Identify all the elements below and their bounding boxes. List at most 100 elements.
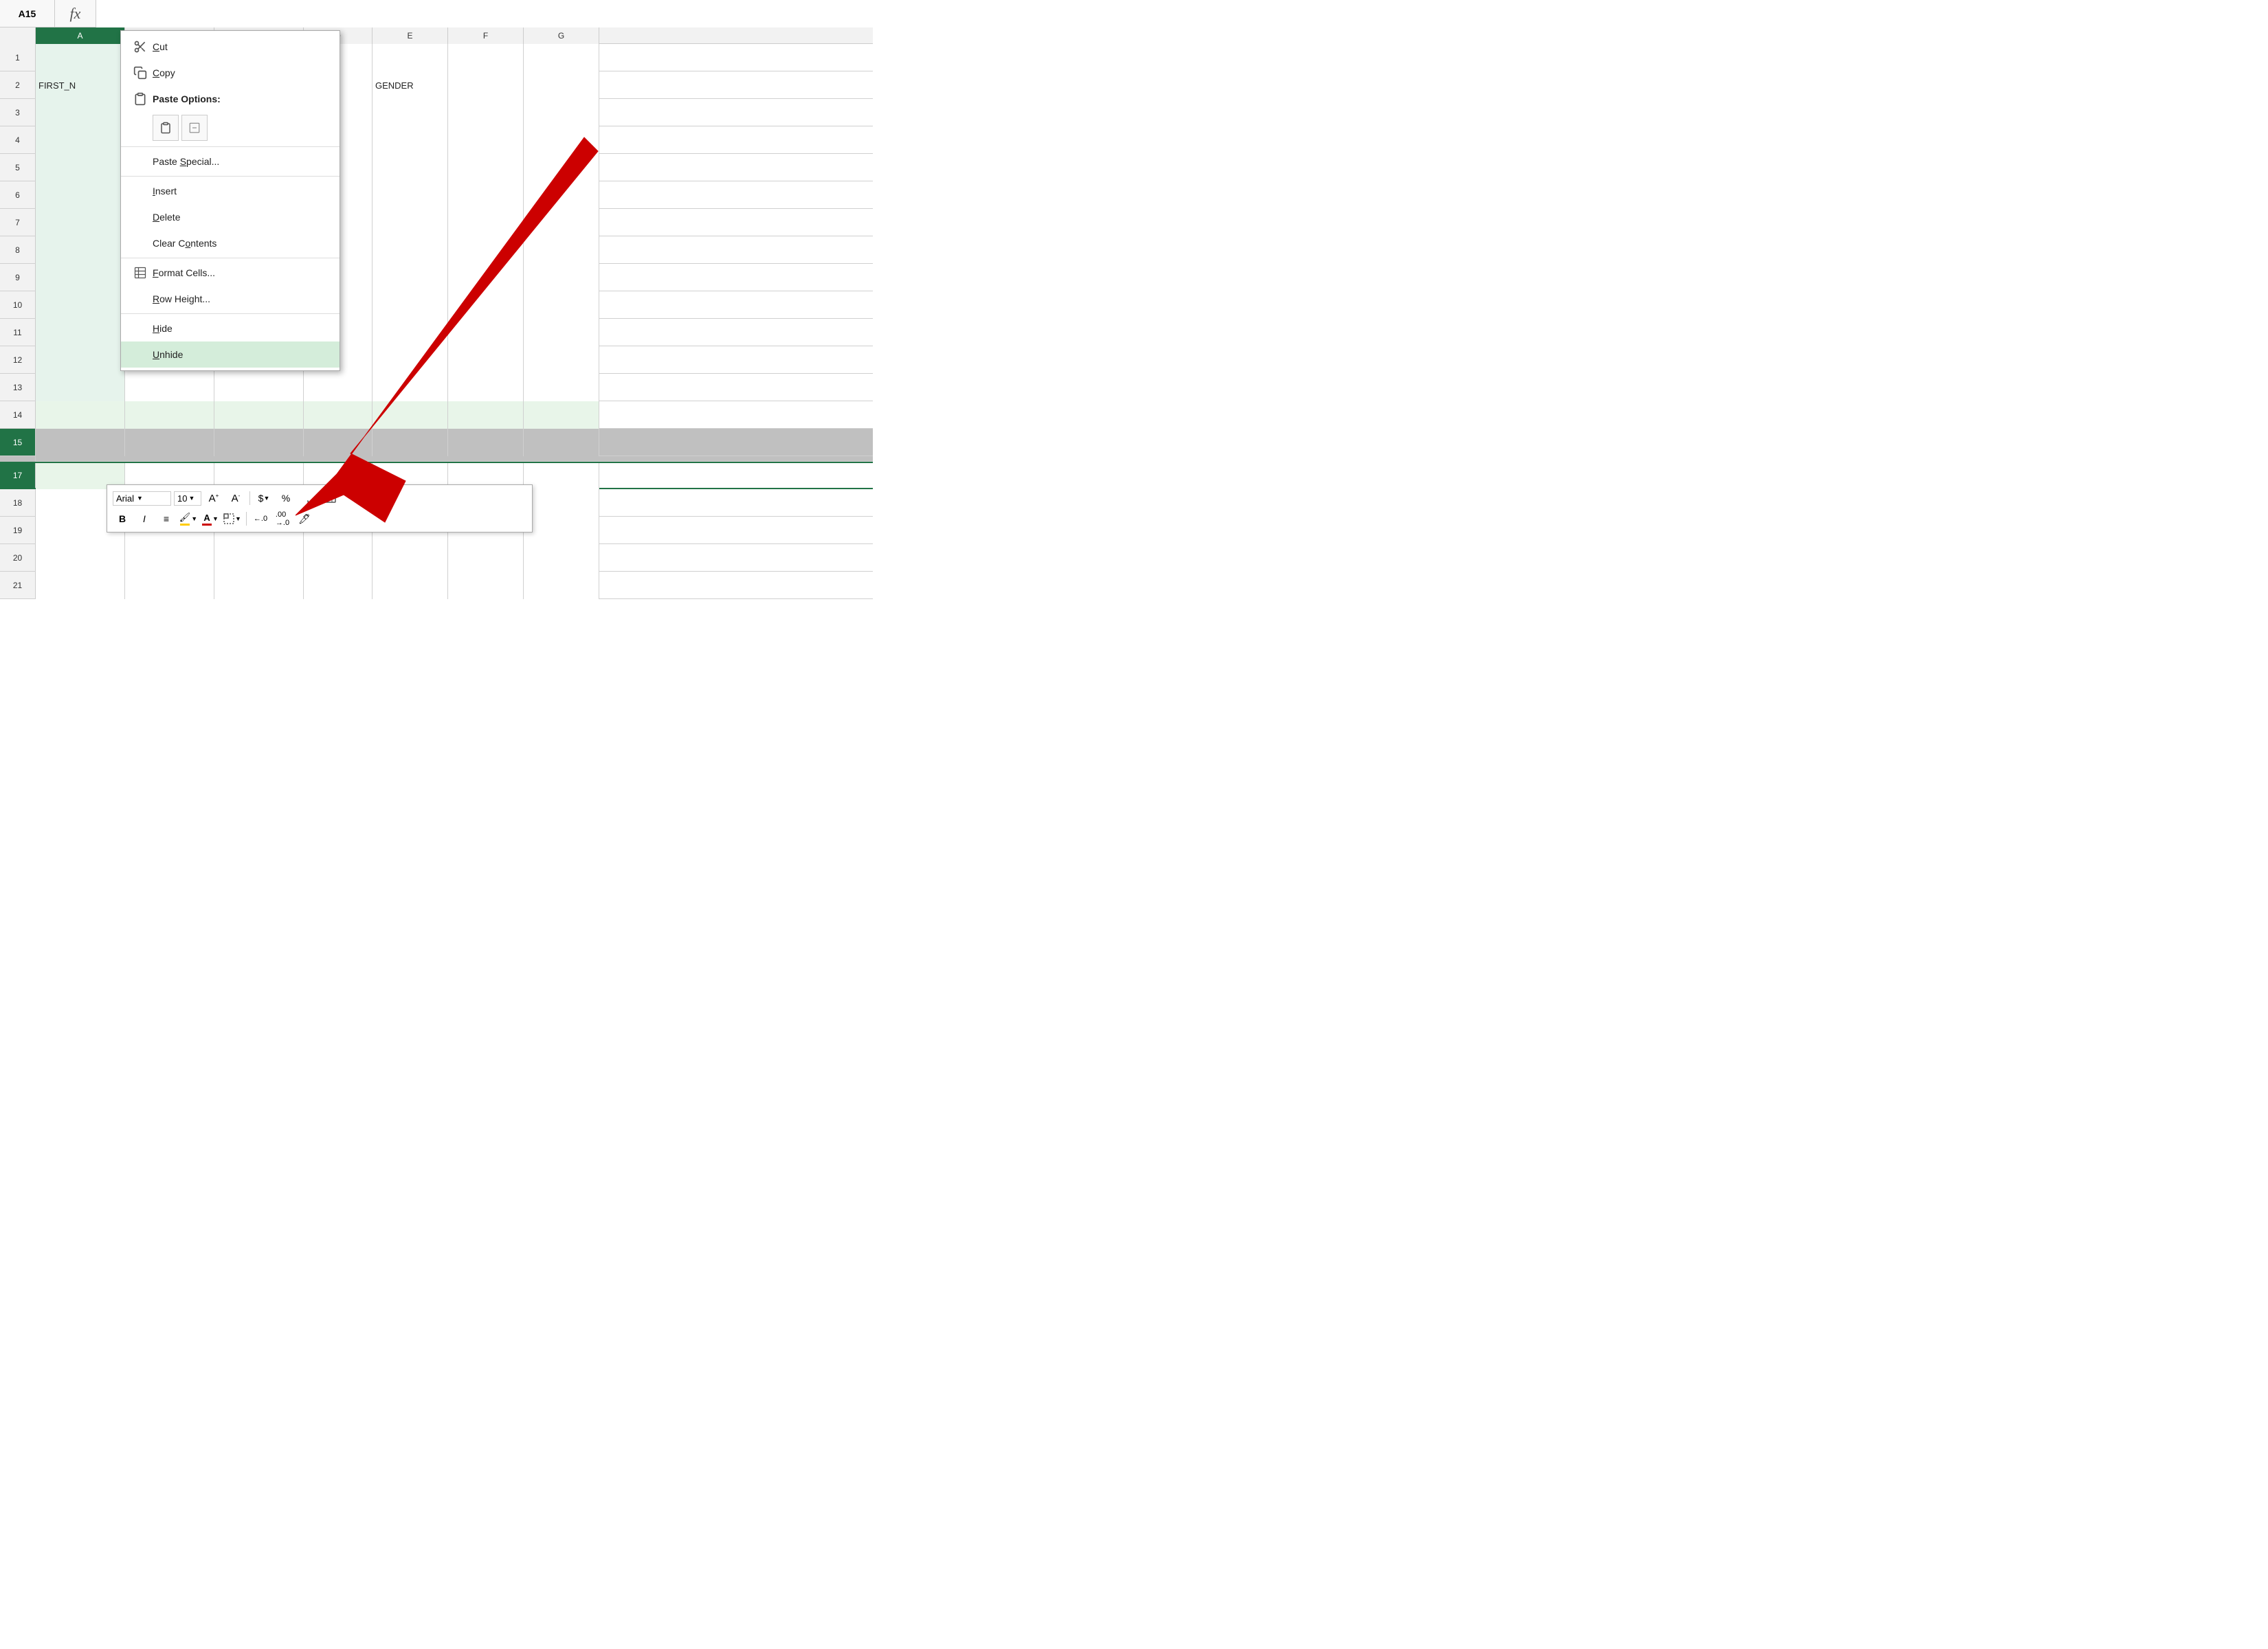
cell-d15[interactable]: [304, 429, 373, 456]
row-header-18[interactable]: 18: [0, 489, 36, 516]
bold-button[interactable]: B: [113, 510, 132, 528]
row-header-8[interactable]: 8: [0, 236, 36, 263]
paste-icon-btn-2[interactable]: [181, 115, 208, 141]
row-header-6[interactable]: 6: [0, 181, 36, 208]
row-header-17[interactable]: 17: [0, 463, 36, 488]
cell-g11[interactable]: [524, 319, 599, 346]
cell-f14[interactable]: [448, 401, 524, 429]
row-header-13[interactable]: 13: [0, 374, 36, 401]
cell-reference[interactable]: A15: [0, 0, 55, 27]
row-header-19[interactable]: 19: [0, 517, 36, 543]
cell-g17[interactable]: [524, 463, 599, 491]
row-header-3[interactable]: 3: [0, 99, 36, 126]
menu-item-copy[interactable]: Copy: [121, 60, 340, 86]
cell-f1[interactable]: [448, 44, 524, 71]
menu-item-paste-special[interactable]: Paste Special...: [121, 148, 340, 175]
cell-e3[interactable]: [373, 99, 448, 126]
font-color-button[interactable]: A ▼: [201, 510, 220, 528]
row-header-7[interactable]: 7: [0, 209, 36, 236]
format-painter-button[interactable]: 🖊: [295, 510, 314, 528]
increase-decimal-button[interactable]: .00→.0: [273, 510, 292, 528]
cell-c20[interactable]: [214, 544, 304, 572]
cell-d14[interactable]: [304, 401, 373, 429]
font-grow-button[interactable]: A+: [204, 489, 223, 507]
menu-item-hide[interactable]: Hide: [121, 315, 340, 341]
cell-g1[interactable]: [524, 44, 599, 71]
cell-e5[interactable]: [373, 154, 448, 181]
menu-item-format-cells[interactable]: Format Cells...: [121, 260, 340, 286]
menu-item-insert[interactable]: Insert: [121, 178, 340, 204]
cell-a5[interactable]: [36, 154, 125, 181]
merge-button[interactable]: [320, 489, 340, 507]
cell-a1[interactable]: [36, 44, 125, 71]
cell-a3[interactable]: [36, 99, 125, 126]
cell-f10[interactable]: [448, 291, 524, 319]
row-header-4[interactable]: 4: [0, 126, 36, 153]
cell-g15[interactable]: [524, 429, 599, 456]
cell-e8[interactable]: [373, 236, 448, 264]
cell-e7[interactable]: [373, 209, 448, 236]
col-header-a[interactable]: A: [36, 27, 125, 44]
cell-e15[interactable]: [373, 429, 448, 456]
italic-button[interactable]: I: [135, 510, 154, 528]
cell-e12[interactable]: [373, 346, 448, 374]
menu-item-delete[interactable]: Delete: [121, 204, 340, 230]
cell-g20[interactable]: [524, 544, 599, 572]
cell-d13[interactable]: [304, 374, 373, 401]
cell-e13[interactable]: [373, 374, 448, 401]
font-size-selector[interactable]: 10 ▼: [174, 491, 201, 506]
currency-button[interactable]: $ ▼: [254, 489, 274, 507]
cell-e9[interactable]: [373, 264, 448, 291]
cell-a10[interactable]: [36, 291, 125, 319]
row-header-2[interactable]: 2: [0, 71, 36, 98]
cell-e20[interactable]: [373, 544, 448, 572]
row-header-9[interactable]: 9: [0, 264, 36, 291]
cell-a14[interactable]: [36, 401, 125, 429]
font-name-selector[interactable]: Arial ▼: [113, 491, 171, 506]
cell-a7[interactable]: [36, 209, 125, 236]
percent-button[interactable]: %: [276, 489, 296, 507]
cell-b13[interactable]: [125, 374, 214, 401]
menu-item-clear-contents[interactable]: Clear Contents: [121, 230, 340, 256]
cell-e1[interactable]: [373, 44, 448, 71]
cell-f8[interactable]: [448, 236, 524, 264]
row-header-5[interactable]: 5: [0, 154, 36, 181]
cell-f11[interactable]: [448, 319, 524, 346]
cell-d20[interactable]: [304, 544, 373, 572]
cell-f20[interactable]: [448, 544, 524, 572]
cell-f5[interactable]: [448, 154, 524, 181]
borders-button[interactable]: ▼: [223, 510, 242, 528]
cell-a6[interactable]: [36, 181, 125, 209]
align-button[interactable]: ≡: [157, 510, 176, 528]
comma-button[interactable]: ,: [298, 489, 318, 507]
col-header-f[interactable]: F: [448, 27, 524, 44]
cell-g18[interactable]: [524, 489, 599, 517]
cell-b21[interactable]: [125, 572, 214, 599]
cell-e4[interactable]: [373, 126, 448, 154]
cell-f6[interactable]: [448, 181, 524, 209]
row-header-14[interactable]: 14: [0, 401, 36, 428]
cell-a11[interactable]: [36, 319, 125, 346]
row-header-20[interactable]: 20: [0, 544, 36, 571]
cell-e14[interactable]: [373, 401, 448, 429]
paste-icon-btn-1[interactable]: [153, 115, 179, 141]
menu-item-unhide[interactable]: Unhide: [121, 341, 340, 368]
cell-g3[interactable]: [524, 99, 599, 126]
cell-f15[interactable]: [448, 429, 524, 456]
cell-a20[interactable]: [36, 544, 125, 572]
fill-color-button[interactable]: 🖌 ▼: [179, 510, 198, 528]
cell-a9[interactable]: [36, 264, 125, 291]
cell-g14[interactable]: [524, 401, 599, 429]
cell-b20[interactable]: [125, 544, 214, 572]
formula-input[interactable]: [96, 0, 873, 27]
cell-e2[interactable]: GENDER: [373, 71, 448, 99]
cell-g5[interactable]: [524, 154, 599, 181]
cell-f12[interactable]: [448, 346, 524, 374]
cell-b15[interactable]: [125, 429, 214, 456]
cell-g10[interactable]: [524, 291, 599, 319]
cell-c14[interactable]: [214, 401, 304, 429]
cell-e21[interactable]: [373, 572, 448, 599]
cell-g13[interactable]: [524, 374, 599, 401]
cell-g12[interactable]: [524, 346, 599, 374]
cell-g7[interactable]: [524, 209, 599, 236]
